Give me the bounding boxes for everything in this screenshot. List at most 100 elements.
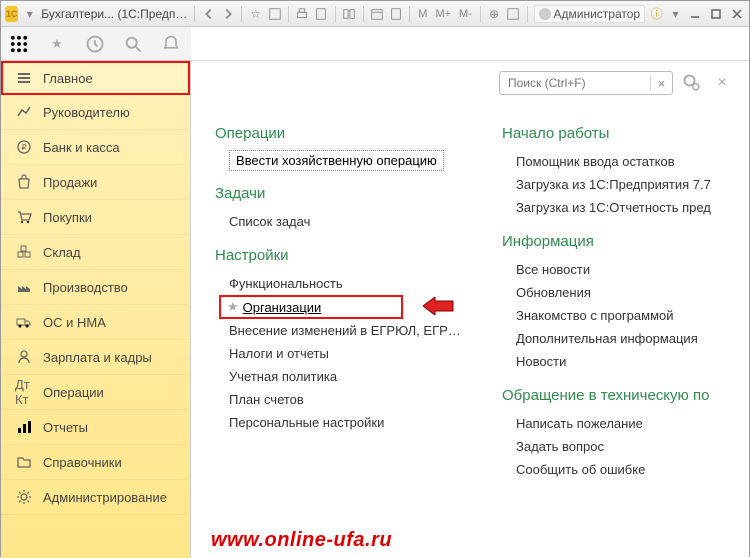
memory-mminus[interactable]: M- <box>457 8 474 20</box>
star-icon[interactable]: ☆ <box>248 5 263 23</box>
titlebar: 1C ▾ Бухгалтери... (1С:Предприятие) ☆ M … <box>1 1 749 27</box>
sidebar-item-truck[interactable]: ОС и НМА <box>1 305 190 340</box>
sidebar-item-factory[interactable]: Производство <box>1 270 190 305</box>
dtkt-icon: Дт Кт <box>15 383 33 401</box>
star-icon: ★ <box>227 299 239 315</box>
section-title: Задачи <box>215 185 462 202</box>
maximize-button[interactable] <box>708 5 725 23</box>
sidebar-item-ruble[interactable]: ₽ Банк и касса <box>1 130 190 165</box>
section-title: Начало работы <box>502 125 749 142</box>
sidebar-item-label: Администрирование <box>43 490 167 505</box>
link-egrul[interactable]: Внесение изменений в ЕГРЮЛ, ЕГРИП <box>215 319 462 342</box>
link-functionality[interactable]: Функциональность <box>215 272 462 295</box>
search-box: × <box>499 71 673 95</box>
sidebar-item-label: Операции <box>43 385 104 400</box>
sidebar-item-menu[interactable]: Главное <box>1 61 190 95</box>
sidebar-item-person[interactable]: Зарплата и кадры <box>1 340 190 375</box>
section-title: Настройки <box>215 247 462 264</box>
link-ask-question[interactable]: Задать вопрос <box>502 435 749 458</box>
bell-icon[interactable] <box>161 34 181 54</box>
memory-m[interactable]: M <box>416 8 429 20</box>
sidebar-item-folder[interactable]: Справочники <box>1 445 190 480</box>
section-title: Информация <box>502 233 749 250</box>
link-taxes[interactable]: Налоги и отчеты <box>215 342 462 365</box>
print-icon[interactable] <box>295 5 310 23</box>
sidebar-item-bar[interactable]: Отчеты <box>1 410 190 445</box>
link-news[interactable]: Новости <box>502 350 749 373</box>
boxes-icon <box>15 243 33 261</box>
search-clear-button[interactable]: × <box>650 76 672 91</box>
svg-text:₽: ₽ <box>21 143 26 152</box>
sidebar-item-chart[interactable]: Руководителю <box>1 95 190 130</box>
cart-icon <box>15 208 33 226</box>
sidebar-item-gear[interactable]: Администрирование <box>1 480 190 515</box>
nav-back-icon[interactable] <box>201 5 216 23</box>
sidebar-item-boxes[interactable]: Склад <box>1 235 190 270</box>
minimize-button[interactable] <box>687 5 704 23</box>
calendar-icon[interactable] <box>369 5 384 23</box>
link-all-news[interactable]: Все новости <box>502 258 749 281</box>
sidebar-item-label: Банк и касса <box>43 140 120 155</box>
nav-fwd-icon[interactable] <box>220 5 235 23</box>
sidebar-item-label: Отчеты <box>43 420 88 435</box>
link-updates[interactable]: Обновления <box>502 281 749 304</box>
close-button[interactable] <box>728 5 745 23</box>
search-input[interactable] <box>500 76 650 90</box>
sidebar: Главное Руководителю ₽ Банк и касса Продажи П… <box>1 61 191 558</box>
app-logo-icon: 1C <box>5 6 18 22</box>
sidebar-item-label: Руководителю <box>43 105 130 120</box>
link-balance-helper[interactable]: Помощник ввода остатков <box>502 150 749 173</box>
preview-icon[interactable] <box>314 5 329 23</box>
chevron-down-icon[interactable]: ▾ <box>668 5 683 23</box>
link-accounting-policy[interactable]: Учетная политика <box>215 365 462 388</box>
sidebar-item-label: Продажи <box>43 175 97 190</box>
sidebar-item-label: Зарплата и кадры <box>43 350 152 365</box>
link-enter-operation[interactable]: Ввести хозяйственную операцию <box>229 150 444 171</box>
menu-icon <box>15 69 33 87</box>
search-icon[interactable] <box>123 34 143 54</box>
apps-icon[interactable] <box>9 34 29 54</box>
sidebar-item-dtkt[interactable]: Дт Кт Операции <box>1 375 190 410</box>
sidebar-item-label: ОС и НМА <box>43 315 106 330</box>
user-badge[interactable]: Администратор <box>534 5 646 23</box>
chart-icon <box>15 103 33 121</box>
bar-icon <box>15 418 33 436</box>
watermark: www.online-ufa.ru <box>211 529 392 552</box>
close-panel-button[interactable]: × <box>711 74 733 92</box>
compare-icon[interactable] <box>342 5 357 23</box>
history-icon[interactable] <box>85 34 105 54</box>
link-chart-of-accounts[interactable]: План счетов <box>215 388 462 411</box>
gear-icon <box>15 488 33 506</box>
link-more-info[interactable]: Дополнительная информация <box>502 327 749 350</box>
save-icon[interactable] <box>267 5 282 23</box>
zoom-icon[interactable]: ⊕ <box>487 5 502 23</box>
app-title: Бухгалтери... (1С:Предприятие) <box>41 7 188 21</box>
link-personal-settings[interactable]: Персональные настройки <box>215 411 462 434</box>
arrow-pointer-icon <box>423 297 455 318</box>
link-report-bug[interactable]: Сообщить об ошибке <box>502 458 749 481</box>
window-list-icon[interactable] <box>506 5 521 23</box>
bag-icon <box>15 173 33 191</box>
favorites-icon[interactable]: ★ <box>47 34 67 54</box>
memory-mplus[interactable]: M+ <box>433 8 453 20</box>
link-organizations[interactable]: ★ Организации <box>219 295 403 319</box>
sidebar-item-label: Главное <box>43 71 93 86</box>
left-column: Операции Ввести хозяйственную операцию З… <box>215 111 462 481</box>
section-title: Обращение в техническую по <box>502 387 749 404</box>
dropdown-icon[interactable]: ▾ <box>22 5 37 23</box>
calc-icon[interactable] <box>388 5 403 23</box>
main-panel: × × Операции Ввести хозяйственную операц… <box>191 27 749 558</box>
sidebar-item-label: Склад <box>43 245 81 260</box>
link-load-77[interactable]: Загрузка из 1С:Предприятия 7.7 <box>502 173 749 196</box>
link-task-list[interactable]: Список задач <box>215 210 462 233</box>
link-load-report[interactable]: Загрузка из 1С:Отчетность пред <box>502 196 749 219</box>
sidebar-item-bag[interactable]: Продажи <box>1 165 190 200</box>
right-column: Начало работы Помощник ввода остатков За… <box>502 111 749 481</box>
link-intro[interactable]: Знакомство с программой <box>502 304 749 327</box>
info-icon[interactable]: ⓘ <box>649 5 664 23</box>
user-avatar-icon <box>539 8 551 20</box>
quickbar: ★ <box>1 27 191 61</box>
sidebar-item-cart[interactable]: Покупки <box>1 200 190 235</box>
settings-gear-icon[interactable] <box>681 73 703 93</box>
link-write-wish[interactable]: Написать пожелание <box>502 412 749 435</box>
